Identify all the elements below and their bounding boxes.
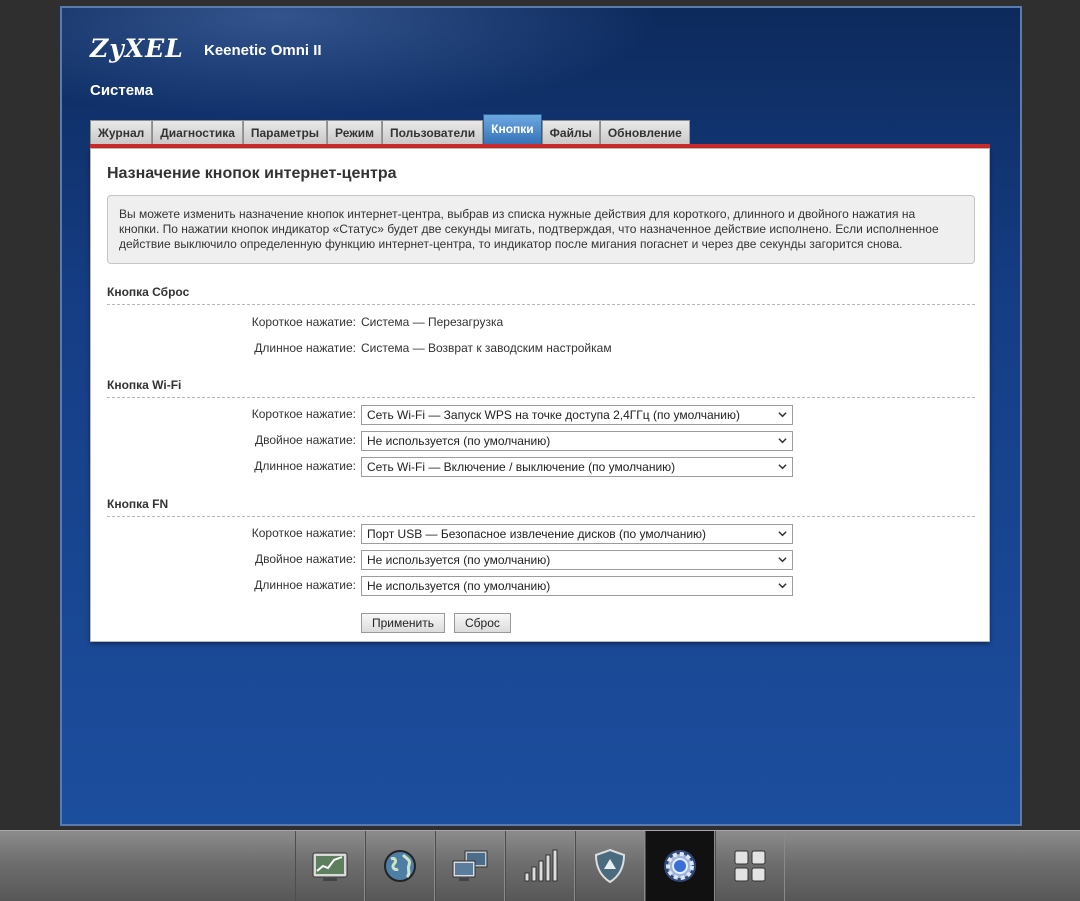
monitor-chart-icon xyxy=(312,852,348,881)
fn-long-select[interactable]: Не используется (по умолчанию) xyxy=(361,576,793,596)
chevron-down-icon xyxy=(778,438,787,444)
main-frame: ZyXEL Keenetic Omni II Система Журнал Ди… xyxy=(60,6,1022,826)
bottom-dock xyxy=(0,830,1080,901)
wifi-short-label: Короткое нажатие: xyxy=(251,407,356,421)
chevron-down-icon xyxy=(778,531,787,537)
fn-short-select[interactable]: Порт USB — Безопасное извлечение дисков … xyxy=(361,524,793,544)
tab-update[interactable]: Обновление xyxy=(599,120,690,144)
fn-double-selected: Не используется (по умолчанию) xyxy=(367,553,551,567)
fn-long-label: Длинное нажатие: xyxy=(254,578,356,592)
dock-system[interactable] xyxy=(645,831,715,901)
fn-double-select[interactable]: Не используется (по умолчанию) xyxy=(361,550,793,570)
reset-short-label: Короткое нажатие: xyxy=(251,315,356,329)
fn-double-row: Двойное нажатие: Не используется (по умо… xyxy=(107,550,975,570)
fn-short-row: Короткое нажатие: Порт USB — Безопасное … xyxy=(107,524,975,544)
dock-security[interactable] xyxy=(575,831,645,901)
info-box: Вы можете изменить назначение кнопок инт… xyxy=(107,195,975,264)
tab-mode[interactable]: Режим xyxy=(327,120,383,144)
reset-short-value: Система — Перезагрузка xyxy=(361,315,504,329)
brand-logo: ZyXEL xyxy=(90,34,184,63)
chevron-down-icon xyxy=(778,464,787,470)
tab-users[interactable]: Пользователи xyxy=(382,120,484,144)
apps-grid-icon xyxy=(734,850,766,882)
dock-wifi[interactable] xyxy=(505,831,575,901)
reset-button[interactable]: Сброс xyxy=(454,613,511,633)
section-title: Система xyxy=(90,82,154,99)
tab-files[interactable]: Файлы xyxy=(541,120,600,144)
chevron-down-icon xyxy=(778,412,787,418)
model-name: Keenetic Omni II xyxy=(204,42,322,59)
gear-icon xyxy=(664,850,696,882)
wifi-short-selected: Сеть Wi-Fi — Запуск WPS на точке доступа… xyxy=(367,408,740,422)
fn-short-selected: Порт USB — Безопасное извлечение дисков … xyxy=(367,527,707,541)
computers-icon xyxy=(452,850,488,881)
page-title: Назначение кнопок интернет-центра xyxy=(107,165,397,182)
wifi-double-select[interactable]: Не используется (по умолчанию) xyxy=(361,431,793,451)
globe-icon xyxy=(384,850,416,882)
wifi-long-label: Длинное нажатие: xyxy=(254,459,356,473)
group-title-reset: Кнопка Сброс xyxy=(107,285,975,305)
reset-short-row: Короткое нажатие: Система — Перезагрузка xyxy=(107,313,975,333)
wifi-short-row: Короткое нажатие: Сеть Wi-Fi — Запуск WP… xyxy=(107,405,975,425)
dock-home-network[interactable] xyxy=(435,831,505,901)
dock-internet[interactable] xyxy=(365,831,435,901)
reset-long-label: Длинное нажатие: xyxy=(254,341,356,355)
chevron-down-icon xyxy=(778,557,787,563)
fn-short-label: Короткое нажатие: xyxy=(251,526,356,540)
tab-journal[interactable]: Журнал xyxy=(90,120,153,144)
fn-double-label: Двойное нажатие: xyxy=(255,552,356,566)
dock-apps[interactable] xyxy=(715,831,785,901)
group-title-fn: Кнопка FN xyxy=(107,497,975,517)
tab-bar: Журнал Диагностика Параметры Режим Польз… xyxy=(90,114,690,144)
tab-parameters[interactable]: Параметры xyxy=(242,120,328,144)
wifi-double-row: Двойное нажатие: Не используется (по умо… xyxy=(107,431,975,451)
info-line: действие выключило определенную функцию … xyxy=(119,237,903,251)
shield-icon xyxy=(594,848,626,884)
signal-bars-icon xyxy=(524,849,558,882)
tab-buttons[interactable]: Кнопки xyxy=(483,114,542,144)
info-line: Вы можете изменить назначение кнопок инт… xyxy=(119,207,916,221)
fn-long-row: Длинное нажатие: Не используется (по умо… xyxy=(107,576,975,596)
wifi-double-label: Двойное нажатие: xyxy=(255,433,356,447)
group-title-wifi: Кнопка Wi-Fi xyxy=(107,378,975,398)
content-panel: Назначение кнопок интернет-центра Вы мож… xyxy=(90,148,990,642)
dock-items xyxy=(295,831,785,901)
reset-long-value: Система — Возврат к заводским настройкам xyxy=(361,341,612,355)
info-line: кнопки. По нажатии кнопок индикатор «Ста… xyxy=(119,222,939,236)
wifi-long-row: Длинное нажатие: Сеть Wi-Fi — Включение … xyxy=(107,457,975,477)
chevron-down-icon xyxy=(778,583,787,589)
apply-button[interactable]: Применить xyxy=(361,613,446,633)
tab-diagnostics[interactable]: Диагностика xyxy=(152,120,243,144)
wifi-long-select[interactable]: Сеть Wi-Fi — Включение / выключение (по … xyxy=(361,457,793,477)
reset-long-row: Длинное нажатие: Система — Возврат к зав… xyxy=(107,339,975,359)
dock-monitor[interactable] xyxy=(295,831,365,901)
wifi-short-select[interactable]: Сеть Wi-Fi — Запуск WPS на точке доступа… xyxy=(361,405,793,425)
wifi-double-selected: Не используется (по умолчанию) xyxy=(367,434,551,448)
fn-long-selected: Не используется (по умолчанию) xyxy=(367,579,551,593)
wifi-long-selected: Сеть Wi-Fi — Включение / выключение (по … xyxy=(367,460,676,474)
